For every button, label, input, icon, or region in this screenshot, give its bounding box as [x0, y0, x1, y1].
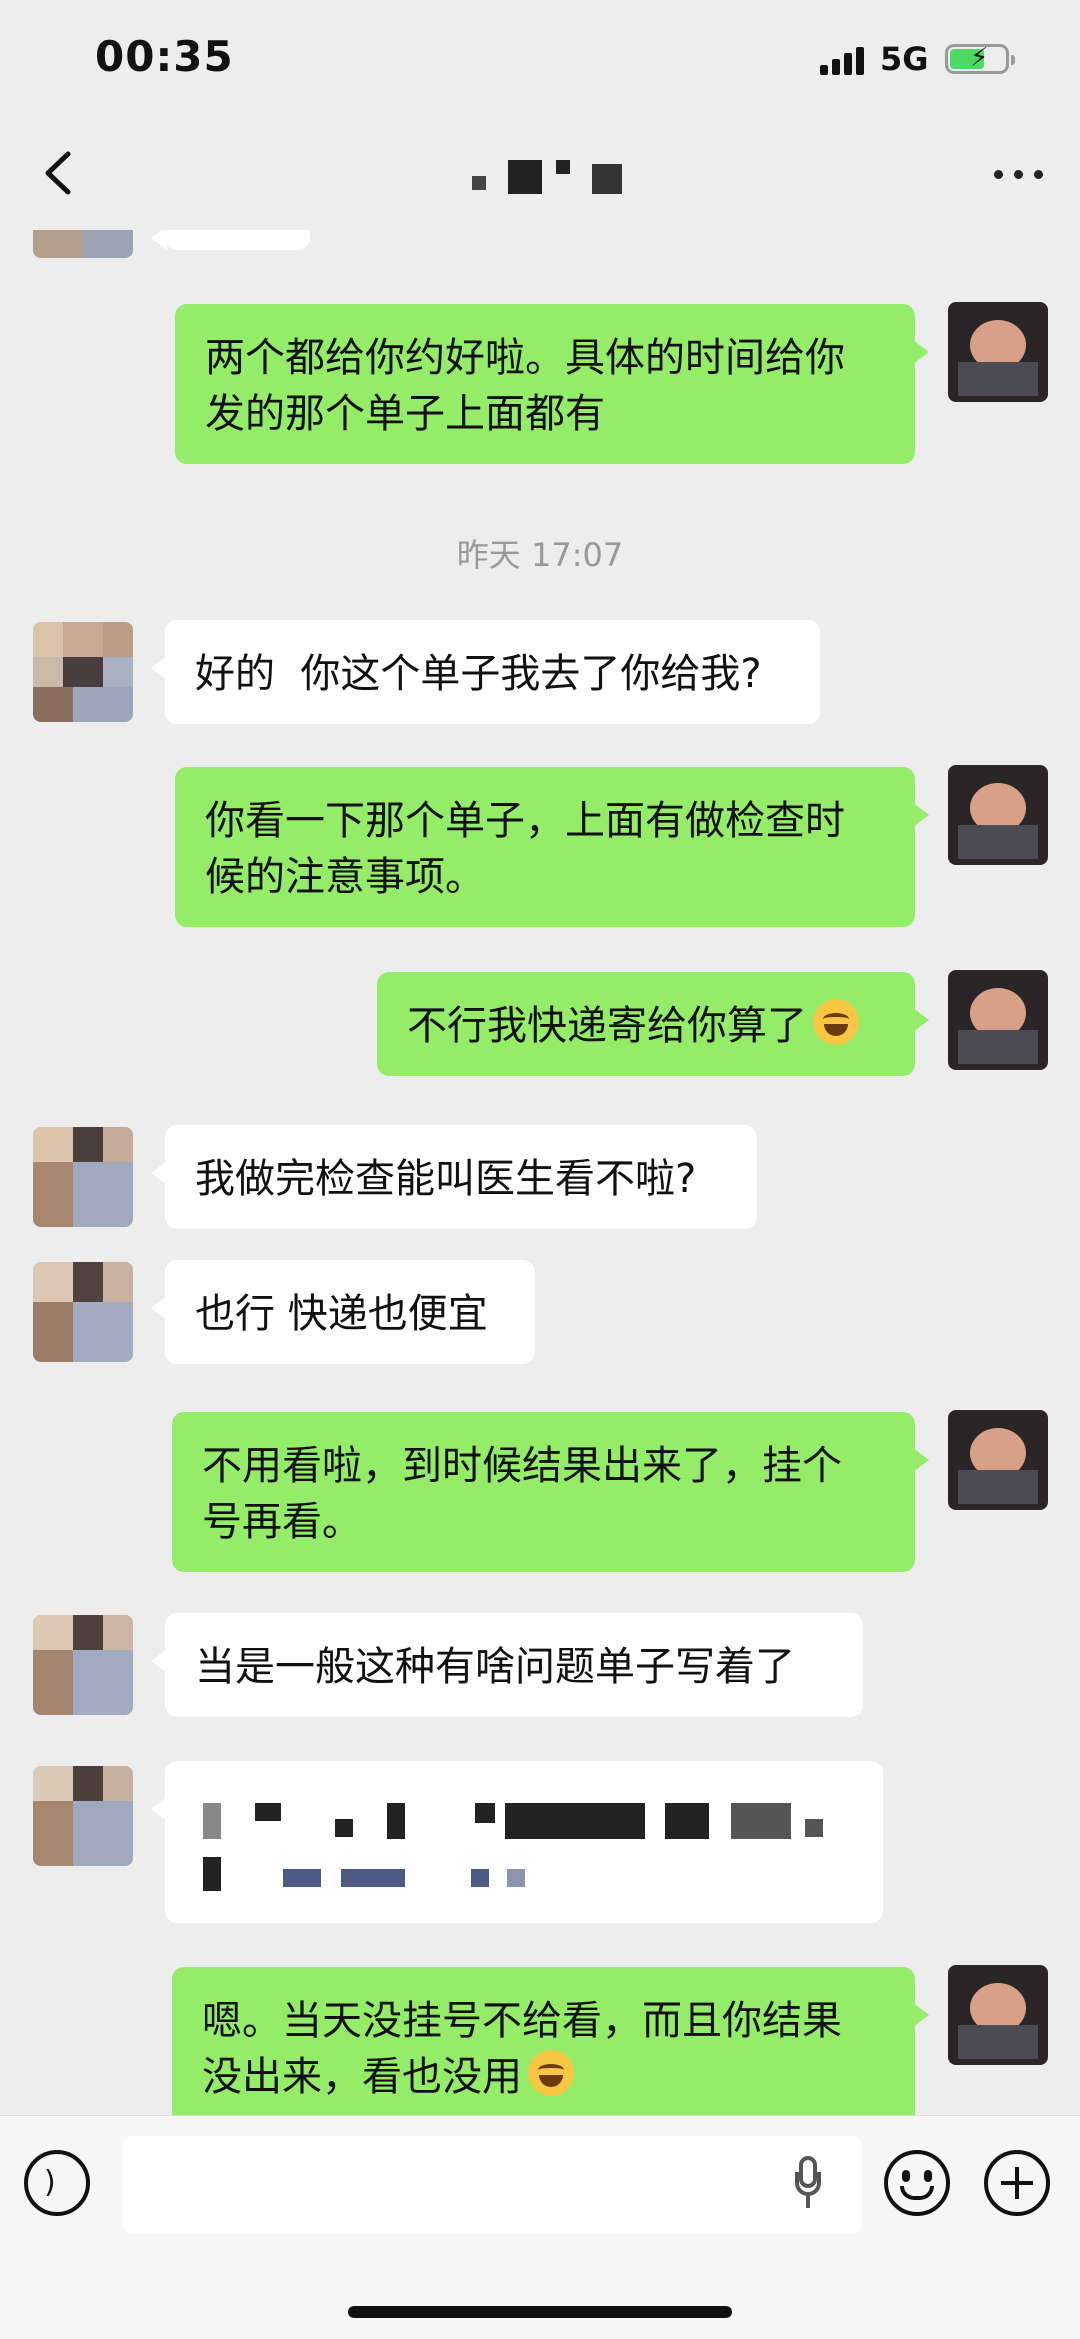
back-arrow-icon[interactable] — [36, 148, 86, 198]
contact-avatar[interactable] — [33, 622, 133, 722]
contact-avatar[interactable] — [33, 230, 133, 258]
contact-avatar[interactable] — [33, 1615, 133, 1715]
my-avatar[interactable] — [948, 970, 1048, 1070]
message-bubble-sent: 你看一下那个单子，上面有做检查时 候的注意事项。 — [175, 767, 929, 927]
my-avatar[interactable] — [948, 1965, 1048, 2065]
message-timestamp: 昨天 17:07 — [456, 536, 624, 574]
voice-input-icon[interactable]: ) — [24, 2150, 90, 2216]
signal-icon — [820, 47, 866, 75]
chat-title-redacted — [400, 160, 680, 200]
message-bubble-sent: 不行我快递寄给你算了 — [377, 972, 929, 1076]
message-bubble-partial — [151, 230, 310, 250]
home-indicator[interactable] — [348, 2306, 732, 2318]
message-text: 嗯。当天没挂号不给看，而且你结果 没出来，看也没用 — [202, 1998, 842, 2100]
chat-header — [0, 120, 1080, 230]
message-input[interactable] — [123, 2136, 862, 2234]
my-avatar[interactable] — [948, 302, 1048, 402]
message-bubble-sent: 嗯。当天没挂号不给看，而且你结果 没出来，看也没用 — [172, 1967, 929, 2115]
message-bubble-received: 我做完检查能叫医生看不啦? — [151, 1125, 757, 1229]
laughing-emoji-icon — [813, 999, 859, 1045]
my-avatar[interactable] — [948, 1410, 1048, 1510]
message-bubble-sent: 两个都给你约好啦。具体的时间给你 发的那个单子上面都有 — [175, 304, 929, 464]
plus-icon[interactable] — [984, 2150, 1050, 2216]
message-list: 两个都给你约好啦。具体的时间给你 发的那个单子上面都有 昨天 17:07 好的 … — [0, 230, 1080, 2115]
message-bubble-received: 好的 你这个单子我去了你给我? — [151, 620, 820, 724]
message-bubble-received: 当是一般这种有啥问题单子写着了 — [151, 1613, 863, 1717]
network-type: 5G — [880, 40, 929, 78]
status-bar: 00:35 5G ⚡ — [0, 0, 1080, 120]
laughing-emoji-icon — [528, 2050, 574, 2096]
message-bubble-sent: 不用看啦，到时候结果出来了，挂个 号再看。 — [172, 1412, 929, 1572]
status-time: 00:35 — [95, 32, 234, 81]
microphone-icon[interactable] — [795, 2156, 821, 2212]
contact-avatar[interactable] — [33, 1262, 133, 1362]
message-text: 不行我快递寄给你算了 — [407, 1003, 807, 1049]
contact-avatar[interactable] — [33, 1766, 133, 1866]
more-options-icon[interactable] — [990, 158, 1050, 188]
message-bubble-received: 也行 快递也便宜 — [151, 1260, 535, 1364]
battery-icon: ⚡ — [945, 43, 1015, 74]
my-avatar[interactable] — [948, 765, 1048, 865]
emoji-icon[interactable] — [884, 2150, 950, 2216]
message-bubble-redacted — [151, 1761, 883, 1923]
contact-avatar[interactable] — [33, 1127, 133, 1227]
